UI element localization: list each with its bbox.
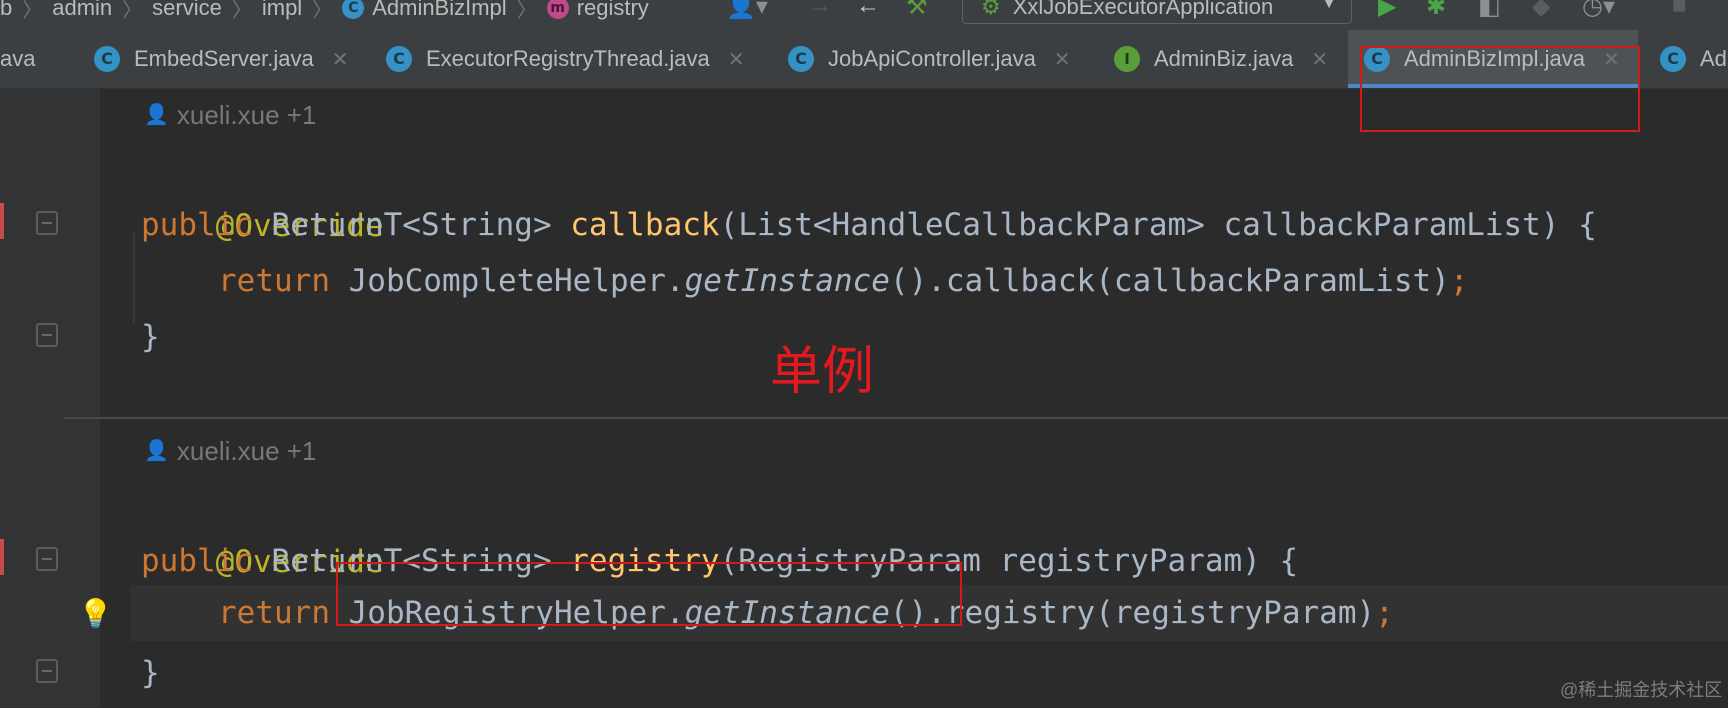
code-line: public ReturnT<String> callback(List<Han… (141, 207, 1597, 243)
build-hammer-icon[interactable]: ⚒ (906, 0, 928, 21)
user-dropdown-icon[interactable]: 👤▾ (726, 0, 768, 21)
code-author-hint[interactable]: 👤 xueli.xue +1 (144, 431, 316, 471)
override-marker-icon[interactable] (0, 539, 4, 575)
breadcrumb-item-admin[interactable]: admin (52, 0, 112, 21)
tab-embedserver[interactable]: C EmbedServer.java ✕ (94, 30, 349, 88)
tab-partial-left[interactable]: ava (0, 30, 35, 88)
navigation-bar: b 〉 admin 〉 service 〉 impl 〉 C AdminBizIm… (0, 0, 1728, 31)
run-configuration-select[interactable]: ⚙ XxlJobExecutorApplication ▼ (962, 0, 1352, 24)
indent-guide (133, 231, 135, 323)
person-icon: 👤 (144, 440, 169, 462)
tab-adminbiz[interactable]: I AdminBiz.java ✕ (1114, 30, 1328, 88)
class-icon: C (788, 46, 814, 72)
run-icon[interactable]: ▶ (1378, 0, 1396, 21)
fold-toggle-icon[interactable] (36, 323, 58, 347)
close-icon[interactable]: ✕ (728, 47, 745, 72)
breadcrumb: b 〉 admin 〉 service 〉 impl 〉 C AdminBizIm… (0, 0, 649, 23)
coverage-icon[interactable]: ◧ (1478, 0, 1501, 21)
more-run-options-icon[interactable]: ◷▾ (1582, 0, 1615, 21)
tab-jobapicontroller[interactable]: C JobApiController.java ✕ (788, 30, 1071, 88)
code-editor[interactable]: 👤 xueli.xue +1 @Override public ReturnT<… (0, 89, 1728, 708)
spring-boot-icon: ⚙ (981, 0, 1001, 19)
breadcrumb-item-service[interactable]: service (152, 0, 222, 21)
code-line: @Override (215, 544, 384, 580)
breadcrumb-item-impl[interactable]: impl (262, 0, 302, 21)
code-author-hint[interactable]: 👤 xueli.xue +1 (144, 95, 316, 135)
stop-icon[interactable]: ■ (1672, 0, 1687, 20)
class-icon: C (386, 46, 412, 72)
code-line: return JobCompleteHelper.getInstance().c… (218, 263, 1469, 299)
method-separator (64, 417, 1728, 419)
highlight-box-helper (336, 562, 962, 626)
fold-toggle-icon[interactable] (36, 547, 58, 571)
tab-partial-right[interactable]: C Ad (1660, 30, 1727, 88)
interface-icon: I (1114, 46, 1140, 72)
close-icon[interactable]: ✕ (332, 47, 349, 72)
class-icon: C (94, 46, 120, 72)
back-icon[interactable]: ← (856, 0, 880, 20)
class-icon: C (1660, 46, 1686, 72)
code-line: } (141, 655, 160, 691)
breadcrumb-item-class[interactable]: C AdminBizImpl (342, 0, 507, 21)
override-marker-icon[interactable] (0, 203, 4, 239)
person-icon: 👤 (144, 104, 169, 126)
method-icon: m (546, 0, 569, 19)
annotation-label: 单例 (770, 342, 875, 402)
breadcrumb-separator-icon: 〉 (231, 0, 252, 22)
profile-icon[interactable]: ◆ (1532, 0, 1550, 21)
breadcrumb-separator-icon: 〉 (516, 0, 537, 22)
breadcrumb-item-method[interactable]: m registry (546, 0, 649, 21)
watermark: @稀土掘金技术社区 (1560, 680, 1723, 700)
lightbulb-icon[interactable]: 💡 (78, 597, 113, 630)
tab-executorregistrythread[interactable]: C ExecutorRegistryThread.java ✕ (386, 30, 744, 88)
code-line: @Override (215, 208, 384, 244)
breadcrumb-item[interactable]: b (0, 0, 12, 21)
class-icon: C (342, 0, 365, 19)
breadcrumb-separator-icon: 〉 (122, 0, 143, 22)
chevron-down-icon: ▼ (1321, 0, 1337, 12)
code-line: } (141, 319, 160, 355)
fold-toggle-icon[interactable] (36, 211, 58, 235)
forward-icon[interactable]: → (808, 0, 832, 20)
breadcrumb-separator-icon: 〉 (312, 0, 333, 22)
breadcrumb-separator-icon: 〉 (22, 0, 43, 22)
close-icon[interactable]: ✕ (1054, 47, 1071, 72)
close-icon[interactable]: ✕ (1311, 47, 1328, 72)
highlight-box-tab (1360, 46, 1640, 132)
fold-toggle-icon[interactable] (36, 659, 58, 683)
debug-icon[interactable]: ✱ (1426, 0, 1446, 21)
